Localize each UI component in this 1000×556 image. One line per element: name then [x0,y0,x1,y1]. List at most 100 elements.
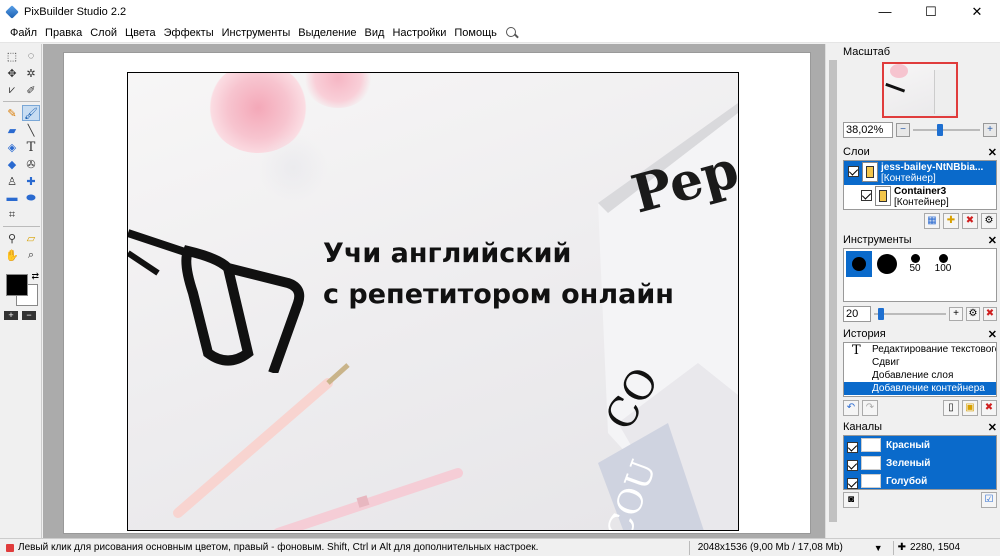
brush-preset[interactable] [846,251,872,277]
close-button[interactable]: ✕ [954,0,1000,23]
brush-size-slider[interactable] [874,307,946,321]
hand-icon[interactable]: ✋ [3,247,21,263]
brush-preset[interactable]: 50 [902,251,928,277]
channel-item[interactable]: Голубой [844,472,996,490]
scroll-thumb[interactable] [829,60,837,522]
maximize-button[interactable]: ☐ [908,0,954,23]
layer-item[interactable]: jess-bailey-NtNBbia... [Контейнер] [844,161,996,185]
history-panel-header: История ✕ [840,326,1000,342]
line-icon[interactable]: ╲ [22,122,40,138]
headline-text[interactable]: Учи английский с репетитором онлайн [323,233,674,315]
brush-size-thumb[interactable] [878,308,885,320]
stamp-icon[interactable]: ♙ [3,173,21,189]
brush-settings-icon[interactable]: ⚙ [966,307,980,321]
crop-icon[interactable]: ⌗ [3,207,21,223]
redo-icon[interactable]: ↷ [862,400,878,416]
layer-item[interactable]: Container3 [Контейнер] [844,185,996,209]
window-title: PixBuilder Studio 2.2 [24,5,127,18]
channel-camera-icon[interactable]: ◙ [843,492,859,508]
heal-icon[interactable]: ✚ [22,173,40,189]
zoom-icon[interactable]: ⌕ [22,247,40,263]
move-icon[interactable]: ✥ [3,65,21,81]
history-list[interactable]: T Редактирование текстового Сдвиг Добавл… [843,342,997,397]
menu-help[interactable]: Помощь [450,23,501,43]
layers-close-icon[interactable]: ✕ [988,146,997,159]
lasso-icon[interactable]: ◌ [22,48,40,64]
rectangle-shape-icon[interactable]: ▬ [3,190,21,206]
menu-colors[interactable]: Цвета [121,23,160,43]
layer-properties-icon[interactable]: ⚙ [981,213,997,229]
ellipse-shape-icon[interactable]: ⬬ [22,190,40,206]
poly-lasso-icon[interactable]: ⩗ [3,82,21,98]
brush-add-icon[interactable]: + [949,307,963,321]
gradient-icon[interactable]: ◆ [3,156,21,172]
history-delete-icon[interactable]: ✖ [981,400,997,416]
new-layer-icon[interactable]: ✚ [943,213,959,229]
menu-edit[interactable]: Правка [41,23,86,43]
menu-tools[interactable]: Инструменты [218,23,295,43]
zoom-in-button[interactable]: + [983,123,997,137]
text-icon[interactable]: T [22,139,40,155]
layer-visibility-checkbox[interactable] [848,166,859,177]
zoom-slider-thumb[interactable] [936,124,943,136]
menu-file[interactable]: Файл [6,23,41,43]
brush-size-input[interactable]: 20 [843,306,871,322]
brush-preset[interactable]: 100 [930,251,956,277]
magic-wand-icon[interactable]: ✲ [22,65,40,81]
color-swatches[interactable]: ⇄ [3,271,39,307]
image-canvas[interactable]: Pep CO COU Учи английский с репетитором … [127,72,739,531]
brush-icon[interactable]: 🖌 [22,105,40,121]
menu-view[interactable]: Вид [361,23,389,43]
menu-settings[interactable]: Настройки [388,23,450,43]
channels-close-icon[interactable]: ✕ [988,421,997,434]
eyedropper-icon[interactable]: ⚲ [3,230,21,246]
clone-icon[interactable]: ✇ [22,156,40,172]
history-item[interactable]: Добавление слоя [844,369,996,382]
channels-list[interactable]: Красный Зеленый Голубой [843,435,997,490]
history-item[interactable]: Добавление контейнера [844,382,996,395]
zoom-input[interactable]: 38,02% [843,122,893,138]
tools-close-icon[interactable]: ✕ [988,234,997,247]
channel-checkbox[interactable] [847,441,858,453]
menu-selection[interactable]: Выделение [294,23,360,43]
channel-item[interactable]: Зеленый [844,454,996,472]
minimize-button[interactable]: — [862,0,908,23]
layer-visibility-checkbox[interactable] [861,190,872,201]
layer-name: jess-bailey-NtNBbia... [881,162,984,173]
channel-checkbox[interactable] [847,477,858,489]
history-item[interactable]: Редактирование текстового [844,343,996,356]
brush-preset[interactable] [874,251,900,277]
menu-effects[interactable]: Эффекты [160,23,218,43]
rect-select-icon[interactable]: ⬚ [3,48,21,64]
history-item[interactable]: Сдвиг [844,356,996,369]
channel-item[interactable]: Красный [844,436,996,454]
zoom-slider[interactable] [913,123,980,137]
history-snapshot-icon[interactable]: ▣ [962,400,978,416]
undo-icon[interactable]: ↶ [843,400,859,416]
dropdown-icon[interactable]: ▼ [874,543,883,553]
delete-layer-icon[interactable]: ✖ [962,213,978,229]
brush-delete-icon[interactable]: ✖ [983,307,997,321]
menu-layer[interactable]: Слой [86,23,121,43]
pencil-icon[interactable]: ✎ [3,105,21,121]
ruler-icon[interactable]: ▱ [22,230,40,246]
brush-list[interactable]: 50 100 [843,248,997,302]
new-container-icon[interactable]: ▦ [924,213,940,229]
canvas-area[interactable]: Pep CO COU Учи английский с репетитором … [43,44,825,538]
pen-select-icon[interactable]: ✐ [22,82,40,98]
navigator-thumbnail[interactable] [882,62,958,118]
eraser-icon[interactable]: ▰ [3,122,21,138]
swap-colors-icon[interactable]: ⇄ [31,271,39,282]
history-new-icon[interactable]: ▯ [943,400,959,416]
zoom-out-button[interactable]: − [896,123,910,137]
layers-list[interactable]: jess-bailey-NtNBbia... [Контейнер] Conta… [843,160,997,210]
channel-checkbox[interactable] [847,459,858,471]
search-icon[interactable] [505,26,519,40]
history-close-icon[interactable]: ✕ [988,328,997,341]
channel-check-icon[interactable]: ☑ [981,492,997,508]
foreground-color[interactable] [6,274,28,296]
vertical-scrollbar[interactable] [825,44,839,538]
add-icon[interactable]: + [4,311,18,320]
fill-icon[interactable]: ◈ [3,139,21,155]
remove-icon[interactable]: − [22,311,36,320]
